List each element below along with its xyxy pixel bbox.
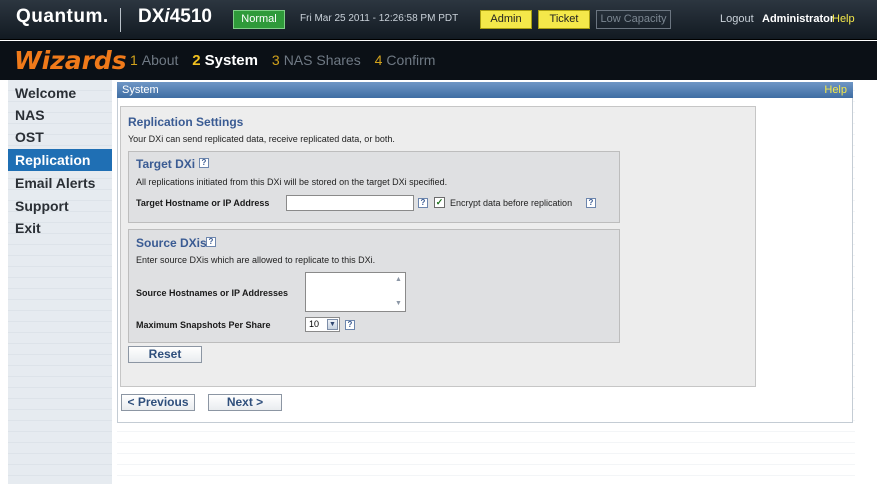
encrypt-label: Encrypt data before replication (450, 198, 573, 208)
capacity-badge[interactable]: Low Capacity (596, 10, 671, 29)
max-snapshots-help-icon[interactable]: ? (345, 320, 355, 330)
wizard-step-confirm[interactable]: 4 Confirm (375, 52, 436, 68)
wizard-steps: 1 About 2 System 3 NAS Shares 4 Confirm (130, 52, 445, 69)
sidebar-item-welcome[interactable]: Welcome (8, 82, 112, 104)
previous-button[interactable]: < Previous (121, 394, 195, 411)
status-badge[interactable]: Normal (233, 10, 285, 29)
target-hostname-input[interactable] (286, 195, 414, 211)
sidebar-item-email-alerts[interactable]: Email Alerts (8, 172, 112, 194)
max-snapshots-label: Maximum Snapshots Per Share (136, 320, 271, 330)
brand-logo: Quantum. (16, 6, 109, 27)
model-name: DXi4510 (138, 6, 212, 27)
panel-help-link[interactable]: Help (824, 84, 847, 96)
help-link[interactable]: Help (832, 13, 855, 25)
target-dxi-help-icon[interactable]: ? (199, 158, 209, 168)
system-datetime: Fri Mar 25 2011 - 12:26:58 PM PDT (300, 13, 459, 24)
source-dxis-heading: Source DXis (136, 236, 207, 250)
max-snapshots-value: 10 (309, 319, 320, 329)
target-dxi-heading: Target DXi (136, 157, 196, 171)
encrypt-help-icon[interactable]: ? (586, 198, 596, 208)
target-hostname-label: Target Hostname or IP Address (136, 198, 270, 208)
wizard-step-system[interactable]: 2 System (192, 52, 258, 69)
source-dxis-help-icon[interactable]: ? (206, 237, 216, 247)
ticket-badge[interactable]: Ticket (538, 10, 590, 29)
scroll-up-icon[interactable]: ▲ (393, 275, 404, 285)
target-hostname-help-icon[interactable]: ? (418, 198, 428, 208)
replication-description: Your DXi can send replicated data, recei… (128, 134, 395, 144)
source-hostnames-textarea[interactable]: ▲ ▼ (305, 272, 406, 312)
current-user: Administrator (762, 13, 835, 25)
sidebar-item-replication[interactable]: Replication (8, 149, 112, 171)
encrypt-checkbox[interactable]: ✓ (434, 197, 445, 208)
top-bar: Quantum. DXi4510 Normal Fri Mar 25 2011 … (0, 0, 877, 40)
sidebar-item-support[interactable]: Support (8, 195, 112, 217)
next-button[interactable]: Next > (208, 394, 282, 411)
header-divider (120, 8, 121, 32)
wizard-step-nas-shares[interactable]: 3 NAS Shares (272, 52, 361, 68)
panel-title: System (122, 84, 159, 96)
wizard-step-about[interactable]: 1 About (130, 52, 178, 68)
logout-link[interactable]: Logout (720, 13, 754, 25)
sidebar-nav: Welcome NAS OST Replication Email Alerts… (8, 80, 112, 484)
target-dxi-description: All replications initiated from this DXi… (136, 177, 448, 187)
wizard-bar: Wizards 1 About 2 System 3 NAS Shares 4 Conf… (0, 41, 877, 80)
wizard-title: Wizards (14, 46, 127, 75)
scroll-down-icon[interactable]: ▼ (393, 299, 404, 309)
panel-header: System Help (117, 82, 853, 98)
source-dxis-description: Enter source DXis which are allowed to r… (136, 255, 376, 265)
replication-heading: Replication Settings (128, 115, 244, 129)
admin-badge[interactable]: Admin (480, 10, 532, 29)
sidebar-item-exit[interactable]: Exit (8, 217, 112, 239)
reset-button[interactable]: Reset (128, 346, 202, 363)
sidebar-item-nas[interactable]: NAS (8, 104, 112, 126)
chevron-down-icon[interactable]: ▼ (327, 319, 338, 330)
sidebar-item-ost[interactable]: OST (8, 126, 112, 148)
max-snapshots-select[interactable]: 10 ▼ (305, 317, 340, 332)
source-hostnames-label: Source Hostnames or IP Addresses (136, 288, 289, 298)
